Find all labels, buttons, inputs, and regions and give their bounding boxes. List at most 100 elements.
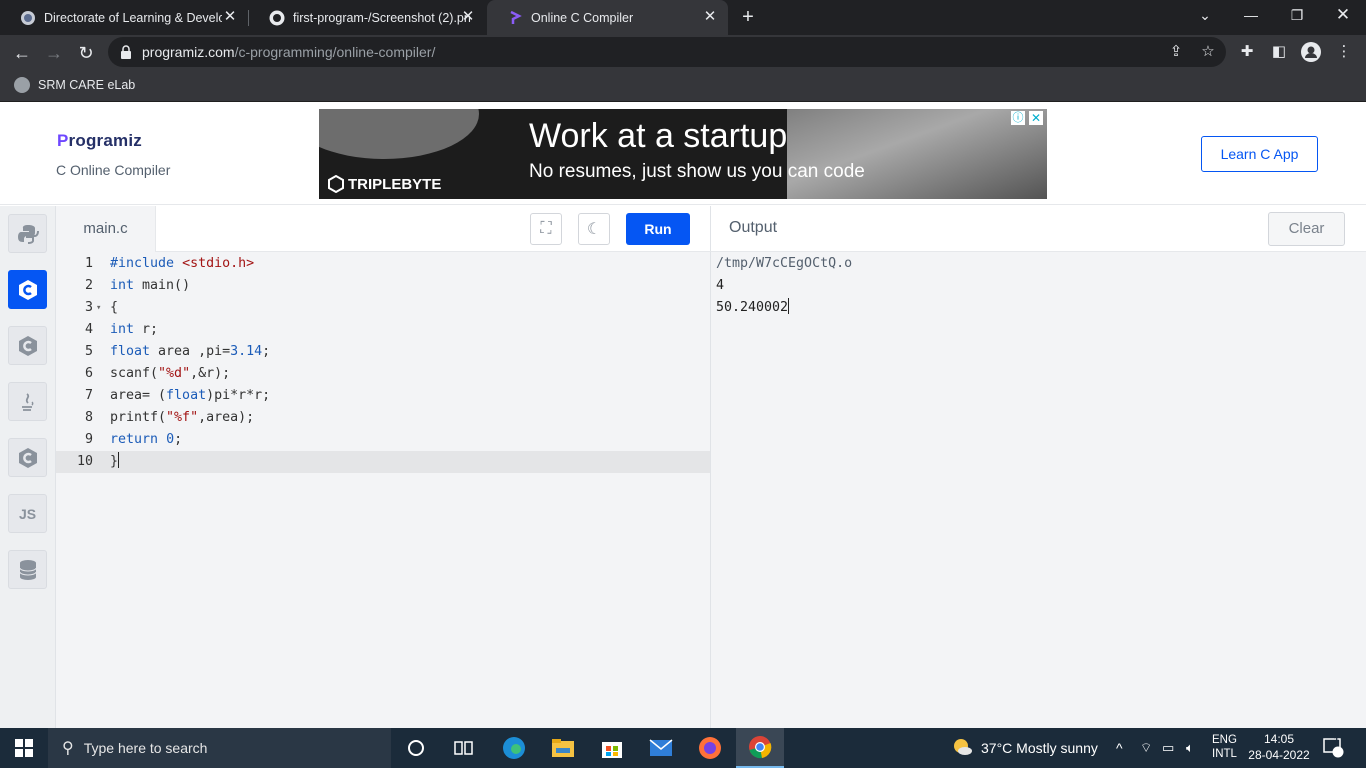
- close-tab-icon[interactable]: ✕: [460, 9, 476, 25]
- run-button[interactable]: Run: [626, 213, 690, 245]
- code-text: int r;: [110, 322, 159, 337]
- ad-info-icon[interactable]: ⓘ: [1011, 111, 1025, 125]
- volume-icon[interactable]: 🔈︎: [1186, 728, 1194, 768]
- chrome-icon[interactable]: [736, 728, 784, 768]
- notifications-icon[interactable]: 1: [1322, 728, 1344, 768]
- cpp-language-icon[interactable]: [8, 326, 47, 365]
- new-tab-icon[interactable]: +: [737, 6, 759, 28]
- clock-date: 28-04-2022: [1248, 748, 1310, 762]
- line-number: 7: [84, 388, 93, 403]
- line-number: 4: [84, 322, 93, 337]
- logo-initial: P: [57, 131, 69, 150]
- close-window-icon[interactable]: ✕: [1320, 0, 1366, 30]
- bookmark-item[interactable]: SRM CARE eLab: [14, 77, 135, 93]
- java-language-icon[interactable]: [8, 382, 47, 421]
- minimize-icon[interactable]: —: [1228, 0, 1274, 30]
- output-title: Output: [729, 219, 778, 236]
- page-subtitle: C Online Compiler: [56, 162, 171, 178]
- ad-close-icon[interactable]: ✕: [1029, 111, 1043, 125]
- weather-sun-icon[interactable]: [952, 728, 972, 768]
- learn-c-app-button[interactable]: Learn C App: [1201, 136, 1318, 172]
- line-number: 1: [84, 256, 93, 271]
- weather-text[interactable]: 37°C Mostly sunny: [981, 728, 1098, 768]
- code-line: 7 area= (float)pi*r*r;: [56, 385, 710, 407]
- ad-keyboard-image: [787, 109, 1047, 199]
- output-header: Output Clear: [710, 206, 1366, 252]
- side-panel-icon[interactable]: ◧: [1269, 42, 1289, 62]
- notification-count: 1: [1334, 735, 1340, 745]
- bookmarks-bar: SRM CARE eLab: [0, 70, 1366, 102]
- show-hidden-icons-chevron-icon[interactable]: ^: [1116, 728, 1123, 768]
- tab-title: Online C Compiler: [531, 10, 634, 25]
- code-line: 6 scanf("%d",&r);: [56, 363, 710, 385]
- file-explorer-icon[interactable]: [539, 728, 587, 768]
- browser-tab[interactable]: Directorate of Learning & Develo ✕: [0, 0, 248, 35]
- taskbar-search-box[interactable]: ⚲ Type here to search: [48, 728, 391, 768]
- restore-icon[interactable]: ❐: [1274, 0, 1320, 30]
- edge-browser-icon[interactable]: [490, 728, 538, 768]
- javascript-language-icon[interactable]: JS: [8, 494, 47, 533]
- fullscreen-icon[interactable]: ⛶: [530, 213, 562, 245]
- output-line-last: 50.240002: [716, 297, 790, 319]
- browser-tab[interactable]: first-program-/Screenshot (2).pn ✕: [249, 0, 486, 35]
- c-language-icon[interactable]: [8, 270, 47, 309]
- address-bar[interactable]: programiz.com/c-programming/online-compi…: [108, 37, 1226, 67]
- logo-text: rogramiz: [68, 131, 142, 150]
- output-line: /tmp/W7cCEgOCtQ.o: [716, 256, 853, 271]
- line-number: 3: [84, 300, 93, 315]
- system-clock[interactable]: 14:05 28-04-2022: [1248, 731, 1310, 765]
- browser-tab-active[interactable]: Online C Compiler ✕: [487, 0, 728, 35]
- code-text: return 0;: [110, 432, 183, 447]
- battery-icon[interactable]: ▭: [1162, 728, 1174, 768]
- mail-icon[interactable]: [637, 728, 685, 768]
- profile-avatar-icon[interactable]: [1301, 42, 1321, 62]
- tab-search-chevron-icon[interactable]: ⌄: [1182, 0, 1228, 30]
- fold-arrow-icon[interactable]: ▾: [96, 297, 101, 319]
- ad-subline: No resumes, just show us you can code: [529, 161, 865, 182]
- browser-toolbar: ← → ↻ programiz.com/c-programming/online…: [0, 35, 1366, 70]
- file-tab-main-c[interactable]: main.c: [56, 206, 156, 252]
- firefox-icon[interactable]: [686, 728, 734, 768]
- share-icon[interactable]: ⇪: [1166, 42, 1186, 62]
- clear-button[interactable]: Clear: [1268, 212, 1345, 246]
- code-text: {: [110, 300, 119, 315]
- code-text: scanf("%d",&r);: [110, 366, 231, 381]
- text-cursor: [118, 452, 120, 468]
- code-line: 3 ▾ {: [56, 297, 710, 319]
- sql-database-icon[interactable]: [8, 550, 47, 589]
- code-editor[interactable]: 1 #include <stdio.h> 2 int main() 3 ▾ { …: [56, 252, 710, 728]
- extensions-puzzle-icon[interactable]: ✚: [1237, 42, 1257, 62]
- close-tab-icon[interactable]: ✕: [222, 9, 238, 25]
- bookmark-label: SRM CARE eLab: [38, 78, 136, 92]
- reload-icon[interactable]: ↻: [73, 40, 99, 66]
- browser-menu-icon[interactable]: ⋮: [1334, 42, 1354, 62]
- microsoft-store-icon[interactable]: [588, 728, 636, 768]
- code-line-current: 10 }: [56, 451, 710, 473]
- line-number: 9: [84, 432, 93, 447]
- task-view-icon[interactable]: [440, 728, 488, 768]
- code-line: 5 float area ,pi=3.14;: [56, 341, 710, 363]
- code-text: area= (float)pi*r*r;: [110, 388, 271, 403]
- lang-layout: INTL: [1212, 748, 1237, 760]
- line-number: 2: [84, 278, 93, 293]
- windows-start-icon[interactable]: [0, 728, 48, 768]
- forward-icon[interactable]: →: [41, 40, 67, 66]
- code-line: 2 int main(): [56, 275, 710, 297]
- close-tab-icon[interactable]: ✕: [702, 9, 718, 25]
- output-console[interactable]: /tmp/W7cCEgOCtQ.o 4 50.240002: [710, 252, 1366, 728]
- dark-mode-moon-icon[interactable]: ☾: [578, 213, 610, 245]
- javascript-label: JS: [18, 505, 37, 522]
- input-language[interactable]: ENG INTL: [1212, 733, 1237, 763]
- cortana-icon[interactable]: [392, 728, 440, 768]
- csharp-language-icon[interactable]: [8, 438, 47, 477]
- advertisement-banner[interactable]: Work at a startup No resumes, just show …: [319, 109, 1047, 199]
- bookmark-star-icon[interactable]: ☆: [1198, 42, 1218, 62]
- python-language-icon[interactable]: [8, 214, 47, 253]
- programiz-logo[interactable]: Programiz: [57, 131, 142, 151]
- ad-brand: TRIPLEBYTE: [327, 175, 441, 193]
- network-wifi-icon[interactable]: ⌔: [1140, 728, 1152, 768]
- back-icon[interactable]: ←: [9, 40, 35, 66]
- ad-image: [319, 109, 479, 159]
- line-number: 6: [84, 366, 93, 381]
- code-line: 4 int r;: [56, 319, 710, 341]
